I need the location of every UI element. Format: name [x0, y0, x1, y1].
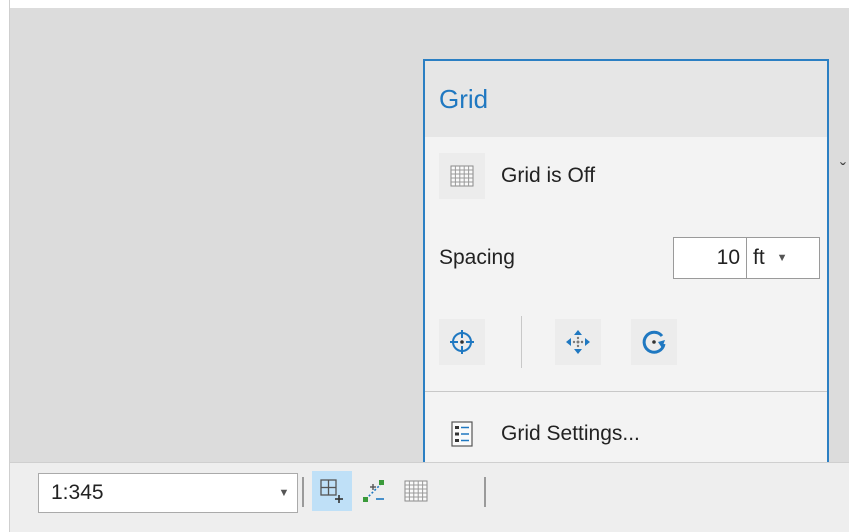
spacing-unit-select[interactable]: ft ▼	[746, 237, 820, 279]
popup-divider	[425, 391, 827, 392]
left-panel-edge	[0, 0, 10, 532]
status-bar: 1:345 ▼	[10, 462, 849, 532]
statusbar-separator	[302, 477, 304, 507]
crosshair-icon	[450, 330, 474, 354]
scale-value: 1:345	[51, 481, 104, 504]
spacing-row: Spacing 10 ft ▼	[425, 237, 827, 279]
tool-separator	[521, 316, 522, 368]
scale-combobox[interactable]: 1:345 ▼	[38, 473, 298, 513]
spacing-label: Spacing	[439, 246, 515, 269]
move-grid-button[interactable]	[555, 319, 601, 365]
rotate-grid-button[interactable]	[631, 319, 677, 365]
grid-icon	[439, 153, 485, 199]
grid-popup: Grid Grid is Off Spacing 10 ft ▼ Grid Se…	[423, 59, 829, 464]
grid-icon	[404, 480, 428, 502]
spacing-unit-value: ft	[753, 246, 765, 269]
grid-add-icon	[320, 479, 343, 503]
rotate-icon	[642, 330, 666, 354]
grid-settings-button[interactable]: Grid Settings...	[439, 411, 813, 457]
set-grid-origin-button[interactable]	[439, 319, 485, 365]
snapping-icon	[363, 480, 384, 502]
grid-toggle-button[interactable]: Grid is Off	[439, 153, 813, 199]
chevron-down-icon[interactable]: ▼	[271, 487, 297, 499]
statusbar-separator	[484, 477, 486, 507]
settings-list-icon	[439, 411, 485, 457]
snapping-button[interactable]	[354, 471, 394, 511]
grid-popup-header: Grid	[425, 61, 827, 137]
chevron-down-icon: ▼	[776, 252, 788, 264]
grid-settings-label: Grid Settings...	[501, 422, 640, 445]
grid-popup-toggle-button[interactable]	[312, 471, 352, 511]
grid-button[interactable]	[396, 471, 436, 511]
spacing-input[interactable]: 10	[673, 237, 747, 279]
partial-chevron-icon: ˇ	[840, 160, 846, 180]
grid-state-label: Grid is Off	[501, 164, 596, 187]
grid-popup-title: Grid	[439, 83, 489, 114]
move-arrows-icon	[566, 330, 590, 354]
